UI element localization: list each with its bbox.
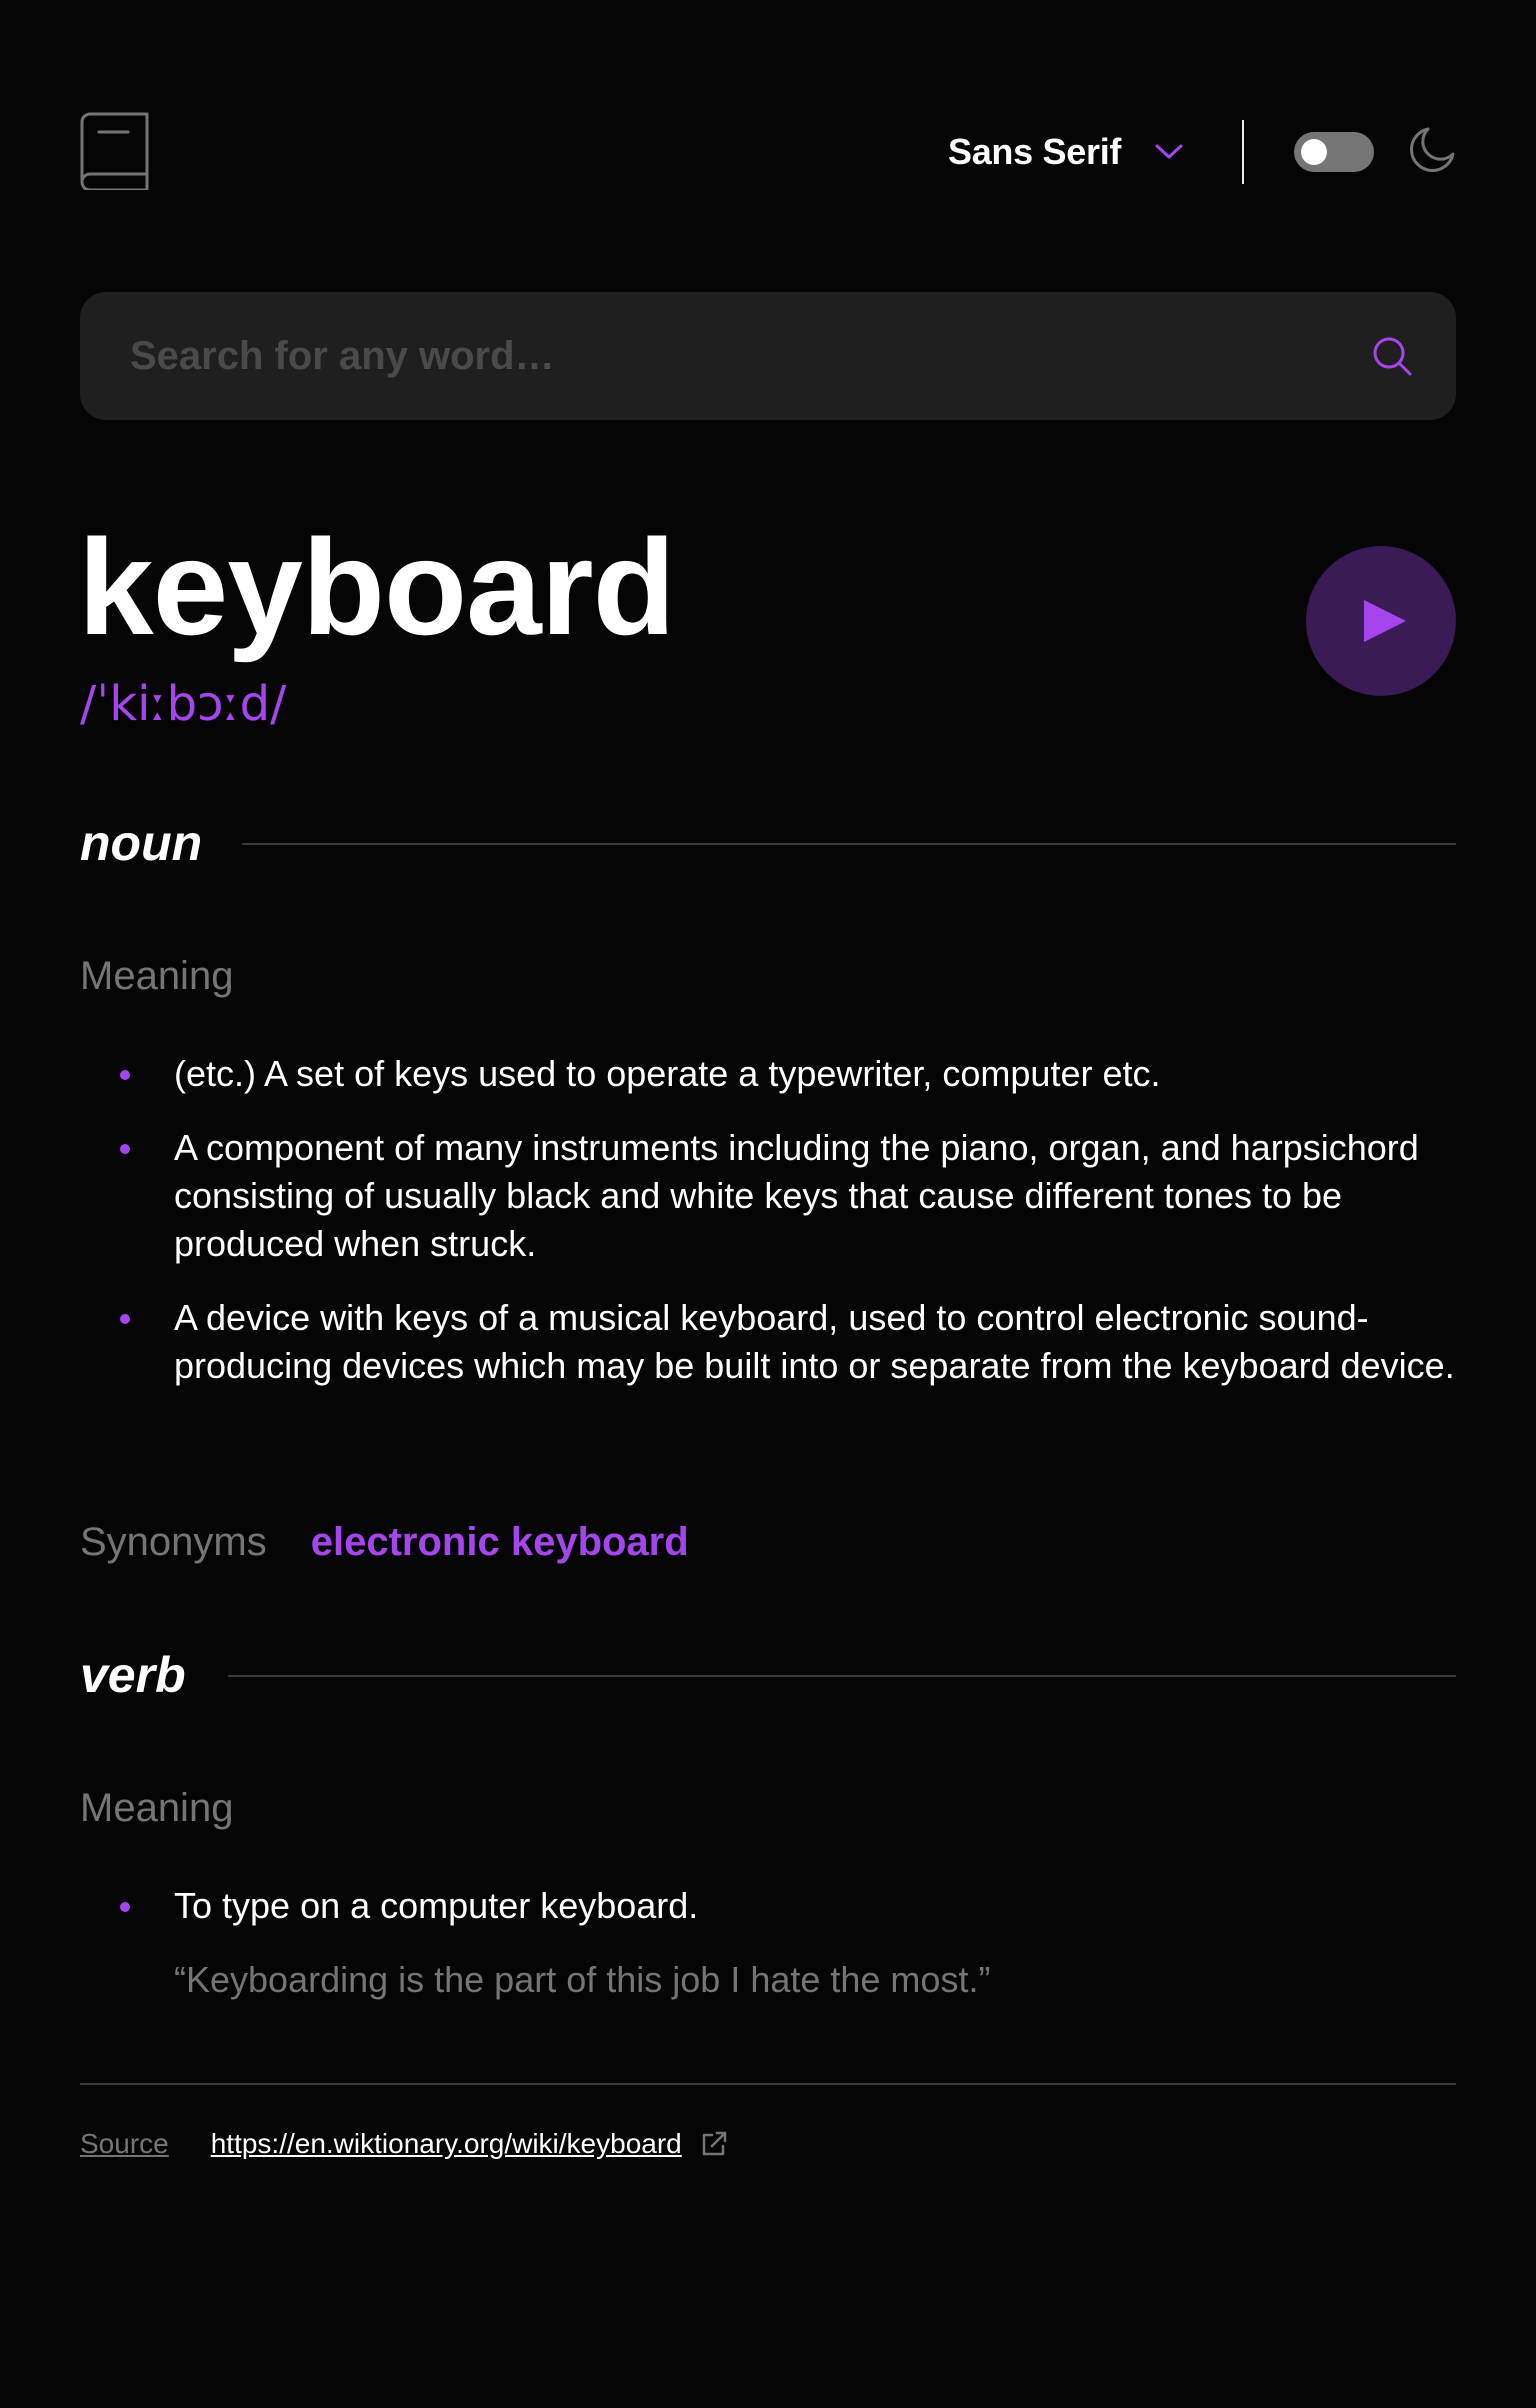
definition-example: “Keyboarding is the part of this job I h… — [174, 1959, 991, 2000]
footer-divider — [80, 2083, 1456, 2085]
noun-heading: noun — [80, 808, 1456, 878]
font-family-label: Sans Serif — [948, 131, 1122, 172]
bullet — [120, 1314, 130, 1324]
verb-definitions: To type on a computer keyboard. “Keyboar… — [120, 1882, 1456, 2030]
search-input[interactable] — [130, 292, 1330, 420]
font-family-select[interactable]: Sans Serif — [948, 128, 1185, 176]
verb-heading: verb — [80, 1640, 1456, 1710]
phonetic: /ˈkiːbɔːd/ — [80, 676, 287, 732]
source-label: Source — [80, 2128, 169, 2159]
play-audio-button[interactable] — [1306, 546, 1456, 696]
definition-item: (etc.) A set of keys used to operate a t… — [120, 1050, 1456, 1098]
definition-text: A component of many instruments includin… — [174, 1127, 1419, 1264]
bullet — [120, 1070, 130, 1080]
part-of-speech-label: verb — [80, 1647, 186, 1703]
synonyms-label: Synonyms — [80, 1519, 267, 1564]
definition-item: A component of many instruments includin… — [120, 1124, 1456, 1268]
header: Sans Serif — [80, 112, 1456, 192]
source-footer: Source https://en.wiktionary.org/wiki/ke… — [80, 2124, 728, 2164]
word-title: keyboard — [78, 511, 676, 663]
definition-item: To type on a computer keyboard. “Keyboar… — [120, 1882, 1456, 2004]
bullet — [120, 1144, 130, 1154]
synonyms-row: Synonyms electronic keyboard — [80, 1514, 689, 1570]
play-icon — [1364, 600, 1406, 642]
definition-text: To type on a computer keyboard. — [174, 1885, 699, 1926]
section-divider — [242, 843, 1456, 845]
theme-toggle-knob — [1301, 139, 1327, 165]
dictionary-app: Sans Serif keyboard /ˈkiːb — [78, 0, 1456, 2408]
meaning-heading: Meaning — [80, 1786, 234, 1830]
definition-item: A device with keys of a musical keyboard… — [120, 1294, 1456, 1390]
search-bar — [80, 292, 1456, 420]
search-icon[interactable] — [1370, 334, 1414, 378]
synonym-link[interactable]: electronic keyboard — [311, 1520, 689, 1565]
book-icon[interactable] — [80, 112, 150, 192]
section-divider — [228, 1675, 1456, 1677]
theme-toggle[interactable] — [1294, 132, 1374, 172]
definition-text: (etc.) A set of keys used to operate a t… — [174, 1053, 1161, 1094]
bullet — [120, 1902, 130, 1912]
external-link-icon[interactable] — [700, 2130, 728, 2158]
moon-icon[interactable] — [1410, 126, 1456, 172]
source-link[interactable]: https://en.wiktionary.org/wiki/keyboard — [211, 2128, 682, 2160]
chevron-down-icon — [1155, 142, 1185, 162]
part-of-speech-label: noun — [80, 815, 203, 871]
meaning-heading: Meaning — [80, 954, 234, 998]
header-divider — [1242, 120, 1244, 184]
definition-text: A device with keys of a musical keyboard… — [174, 1297, 1455, 1386]
noun-definitions: (etc.) A set of keys used to operate a t… — [120, 1050, 1456, 1416]
